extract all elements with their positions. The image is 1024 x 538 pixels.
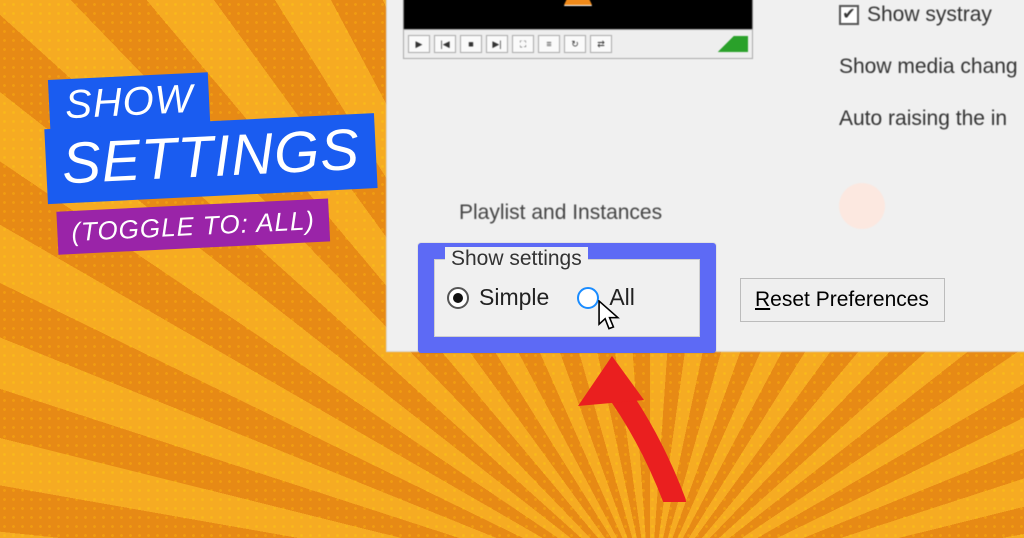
auto-raising-label: Auto raising the in (839, 107, 1007, 131)
shuffle-icon: ⇄ (590, 35, 612, 53)
skin-preview: ▶ |◀ ■ ▶| ⛶ ≡ ↻ ⇄ (403, 0, 753, 59)
decorative-dot (839, 183, 885, 229)
graphic-stage: SHOW SETTINGS (TOGGLE TO: ALL) ▶ |◀ ■ ▶|… (0, 0, 1024, 538)
reset-accelerator: R (755, 288, 770, 312)
volume-icon (704, 36, 748, 52)
next-icon: ▶| (486, 35, 508, 53)
annotation-arrow-icon (560, 352, 700, 502)
highlight-frame: Show settings Simple All (418, 243, 716, 353)
callout-stack: SHOW SETTINGS (TOGGLE TO: ALL) (48, 64, 380, 255)
loop-icon: ↻ (564, 35, 586, 53)
radio-simple-label: Simple (479, 284, 549, 311)
radio-all[interactable] (577, 287, 599, 309)
checkbox-checked-icon[interactable]: ✔ (839, 5, 859, 25)
show-settings-groupbox: Show settings Simple All (434, 259, 700, 337)
playlist-icon: ≡ (538, 35, 560, 53)
radio-simple[interactable] (447, 287, 469, 309)
systray-checkbox-row[interactable]: ✔ Show systray (839, 3, 992, 27)
stop-icon: ■ (460, 35, 482, 53)
preview-controls: ▶ |◀ ■ ▶| ⛶ ≡ ↻ ⇄ (403, 29, 753, 59)
section-playlist-instances: Playlist and Instances (459, 201, 662, 225)
show-settings-legend: Show settings (445, 247, 588, 271)
fullscreen-icon: ⛶ (512, 35, 534, 53)
reset-label-rest: eset Preferences (770, 288, 929, 312)
mouse-cursor-icon (598, 300, 620, 330)
media-change-label: Show media chang (839, 55, 1018, 79)
prev-icon: |◀ (434, 35, 456, 53)
play-icon: ▶ (408, 35, 430, 53)
systray-label: Show systray (867, 3, 992, 27)
reset-preferences-button[interactable]: Reset Preferences (740, 278, 945, 322)
vlc-cone-icon (564, 0, 592, 5)
